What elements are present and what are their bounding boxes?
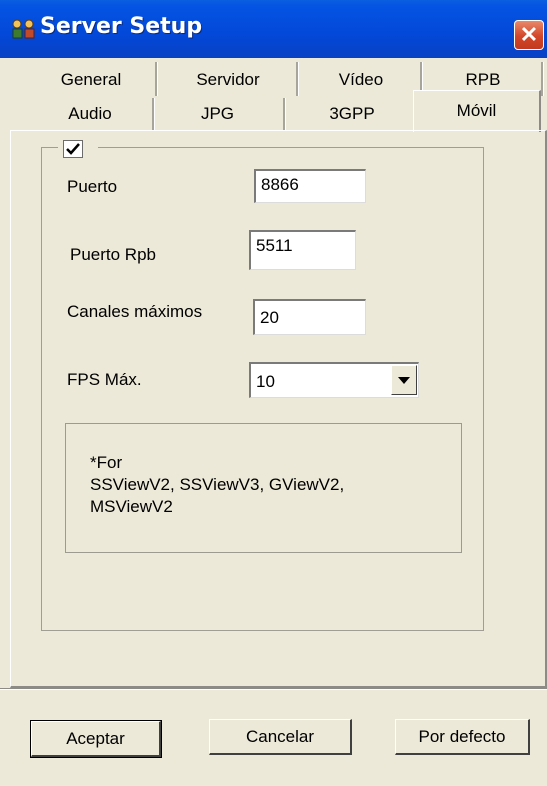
server-setup-window: Server Setup ✕ General Servidor Vídeo RP… <box>0 0 547 786</box>
tab-audio[interactable]: Audio <box>30 96 150 130</box>
fps-max-select[interactable]: 10 <box>249 362 419 398</box>
close-button[interactable]: ✕ <box>514 20 544 50</box>
compatibility-note: *For SSViewV2, SSViewV3, GViewV2, MSView… <box>90 453 345 516</box>
accept-button[interactable]: Aceptar <box>30 720 162 758</box>
tab-separator <box>296 62 299 96</box>
defaults-button[interactable]: Por defecto <box>395 719 530 755</box>
footer-divider <box>0 688 547 690</box>
fps-max-label: FPS Máx. <box>67 370 142 389</box>
dropdown-arrow-button[interactable] <box>391 365 417 395</box>
tab-3gpp[interactable]: 3GPP <box>287 96 417 130</box>
cancel-button[interactable]: Cancelar <box>209 719 352 755</box>
app-icon <box>12 19 35 39</box>
fps-max-value: 10 <box>256 372 275 391</box>
tab-general[interactable]: General <box>30 62 152 96</box>
canales-maximos-input[interactable]: 20 <box>253 299 366 335</box>
checkmark-icon <box>66 143 80 155</box>
chevron-down-icon <box>398 377 410 384</box>
tab-separator <box>155 62 158 96</box>
tab-jpg[interactable]: JPG <box>155 96 280 130</box>
window-title: Server Setup <box>40 14 203 39</box>
tab-separator <box>152 98 155 130</box>
tab-movil[interactable]: Móvil <box>413 90 541 132</box>
tab-separator <box>283 98 286 130</box>
title-bar[interactable]: Server Setup ✕ <box>0 0 547 58</box>
tab-video[interactable]: Vídeo <box>305 62 417 96</box>
enable-checkbox[interactable] <box>63 140 83 158</box>
puerto-rpb-label: Puerto Rpb <box>70 245 156 264</box>
puerto-label: Puerto <box>67 177 118 196</box>
puerto-input[interactable]: 8866 <box>254 169 366 203</box>
puerto-rpb-input[interactable]: 5511 <box>249 230 356 270</box>
canales-maximos-label: Canales máximos <box>67 302 203 321</box>
tab-servidor[interactable]: Servidor <box>163 62 293 96</box>
tab-separator <box>541 62 544 96</box>
